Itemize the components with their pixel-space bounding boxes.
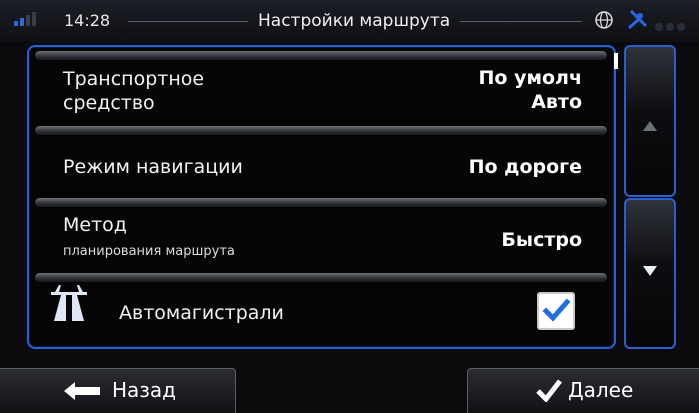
setting-row-highways[interactable]: Автомагистрали	[29, 283, 614, 339]
globe-icon[interactable]	[592, 8, 616, 32]
signal-strength-icon	[14, 12, 48, 26]
scroll-down-icon	[643, 266, 657, 276]
row-divider	[35, 273, 607, 282]
next-button-label: Далее	[568, 378, 634, 402]
title-divider-right	[460, 21, 582, 22]
next-button[interactable]: Далее	[467, 368, 699, 413]
check-icon	[542, 298, 571, 322]
row-divider	[35, 126, 607, 135]
back-button[interactable]: Назад	[0, 368, 236, 413]
setting-value-route-method: Быстро	[501, 229, 582, 251]
scroll-up-icon	[643, 121, 657, 131]
back-button-label: Назад	[112, 378, 177, 402]
setting-label-navigation-mode: Режим навигации	[63, 156, 243, 178]
highways-checkbox[interactable]	[537, 292, 575, 330]
setting-label-route-method: Метод	[63, 214, 127, 236]
scroll-column	[614, 45, 676, 349]
setting-value-vehicle-line2: Авто	[531, 91, 582, 113]
status-dots	[655, 16, 688, 35]
scroll-up-button[interactable]	[624, 45, 676, 197]
arrow-left-icon	[64, 382, 100, 400]
status-bar: 14:28 Настройки маршрута	[0, 0, 699, 42]
setting-row-navigation-mode[interactable]: Режим навигации По дороге	[29, 135, 614, 197]
row-divider	[35, 198, 607, 207]
settings-panel: Транспортное средство По умолч Авто Режи…	[27, 45, 616, 349]
setting-label-vehicle-line2: средство	[63, 92, 155, 114]
setting-label-vehicle-line1: Транспортное	[63, 68, 205, 90]
setting-row-vehicle[interactable]: Транспортное средство По умолч Авто	[29, 59, 614, 127]
setting-value-vehicle-line1: По умолч	[478, 67, 583, 89]
scroll-position-indicator	[614, 53, 618, 69]
clock-time: 14:28	[64, 11, 111, 30]
title-divider-left	[128, 21, 248, 22]
setting-row-route-method[interactable]: Метод планирования маршрута Быстро	[29, 207, 614, 273]
setting-sublabel-route-method: планирования маршрута	[63, 244, 235, 259]
page-title: Настройки маршрута	[258, 11, 451, 31]
scroll-down-button[interactable]	[624, 198, 676, 349]
setting-value-navigation-mode: По дороге	[468, 156, 582, 178]
satellite-icon[interactable]	[626, 8, 652, 32]
highway-icon	[51, 285, 87, 321]
setting-label-highways: Автомагистрали	[119, 302, 284, 324]
checkmark-icon	[536, 379, 562, 402]
